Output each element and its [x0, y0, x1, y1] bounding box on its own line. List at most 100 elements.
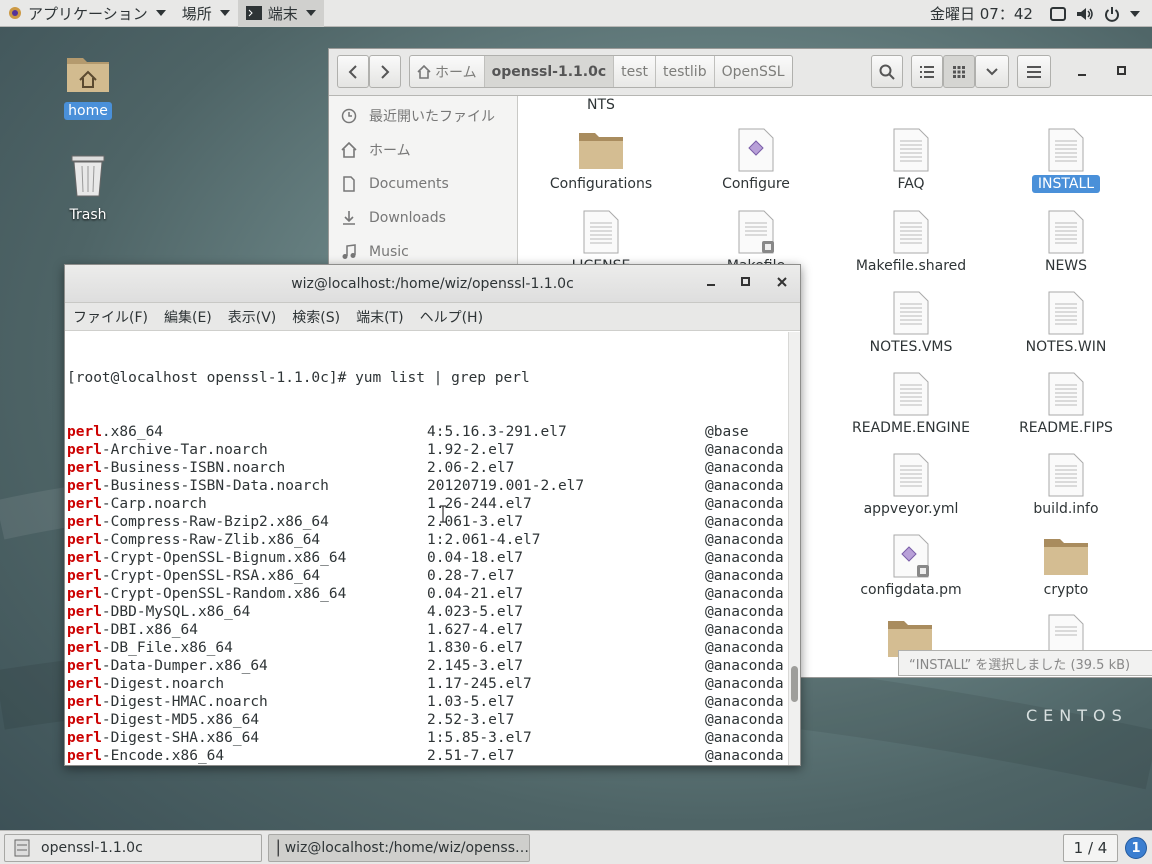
clock-text: 金曜日 07：42 — [930, 5, 1033, 23]
terminal-titlebar[interactable]: wiz@localhost:/home/wiz/openssl-1.1.0c — [65, 265, 800, 303]
maximize-icon — [741, 277, 750, 286]
menu-edit[interactable]: 編集(E) — [164, 307, 212, 327]
file-item[interactable]: Makefile.shared — [836, 209, 986, 275]
chevron-down-icon — [305, 10, 316, 16]
home-icon — [341, 142, 357, 158]
file-item[interactable]: Configure — [681, 127, 831, 193]
package-prefix: perl — [67, 730, 102, 746]
file-label: NEWS — [1044, 258, 1088, 274]
desktop-icon-home[interactable]: home — [58, 50, 118, 120]
crumb-test[interactable]: test — [614, 56, 657, 87]
file-item[interactable]: Configurations — [526, 127, 676, 193]
file-item[interactable]: appveyor.yml — [836, 452, 986, 518]
sidebar-item-recent[interactable]: 最近開いたファイル — [329, 99, 518, 133]
package-repo: @anaconda — [705, 604, 784, 620]
close-button[interactable] — [777, 276, 787, 292]
package-version: 0.28-7.el7 — [427, 568, 515, 584]
back-button[interactable] — [337, 55, 369, 88]
package-repo: @anaconda — [705, 730, 784, 746]
file-item[interactable]: NEWS — [991, 209, 1141, 275]
menu-search[interactable]: 検索(S) — [292, 307, 340, 327]
forward-button[interactable] — [369, 55, 401, 88]
minimize-button[interactable] — [1075, 63, 1089, 79]
crumb-home[interactable]: ホーム — [410, 56, 485, 87]
file-label: FAQ — [897, 176, 925, 192]
crumb-openssl-dir[interactable]: OpenSSL — [715, 56, 792, 87]
text-cursor-icon — [440, 505, 446, 523]
terminal-line: perl-DBD-MySQL.x86_64 4.023-5.el7 @anacond… — [67, 603, 787, 621]
terminal-scrollbar[interactable] — [788, 332, 800, 765]
search-button[interactable] — [871, 55, 903, 88]
terminal-line: perl.x86_64 4:5.16.3-291.el7 @base — [67, 423, 787, 441]
terminal-icon — [245, 6, 262, 20]
sidebar-item-label: Music — [369, 244, 409, 260]
desktop-icon-trash[interactable]: Trash — [58, 152, 118, 224]
file-item-selected[interactable]: INSTALL — [991, 127, 1141, 193]
list-view-button[interactable] — [911, 55, 943, 88]
terminal-app-menu[interactable]: 端末 — [237, 0, 324, 27]
clock[interactable]: 金曜日 07：42 — [930, 0, 1033, 27]
package-name: -Compress-Raw-Bzip2.x86_64 — [101, 514, 329, 530]
file-item[interactable]: NOTES.WIN — [991, 290, 1141, 356]
text-file-icon — [893, 372, 929, 416]
top-panel: アプリケーション 場所 端末 金曜日 07：42 — [0, 0, 1152, 27]
task-file-manager[interactable]: openssl-1.1.0c — [4, 834, 262, 862]
chevron-down-icon — [219, 10, 230, 16]
chevron-down-icon — [1130, 10, 1140, 17]
package-prefix: perl — [67, 514, 102, 530]
breadcrumb: ホーム openssl-1.1.0c test testlib OpenSSL — [409, 55, 793, 88]
package-prefix: perl — [67, 658, 102, 674]
menu-view[interactable]: 表示(V) — [228, 307, 277, 327]
package-version: 0.04-18.el7 — [427, 550, 524, 566]
maximize-button[interactable] — [1115, 63, 1129, 79]
terminal-line: perl-Data-Dumper.x86_64 2.145-3.el7 @anaco… — [67, 657, 787, 675]
sidebar-item-label: 最近開いたファイル — [369, 109, 495, 125]
file-label: configdata.pm — [860, 582, 962, 598]
sidebar-item-home[interactable]: ホーム — [329, 133, 518, 167]
applications-menu[interactable]: アプリケーション — [0, 0, 174, 27]
home-folder-icon — [67, 58, 109, 92]
file-item[interactable]: README.ENGINE — [836, 371, 986, 437]
menu-button[interactable] — [1017, 55, 1051, 88]
scrollbar-thumb[interactable] — [791, 666, 798, 702]
menu-terminal[interactable]: 端末(T) — [356, 307, 403, 327]
task-terminal[interactable]: wiz@localhost:/home/wiz/openss… — [268, 834, 530, 862]
view-options-button[interactable] — [975, 55, 1009, 88]
sidebar-item-downloads[interactable]: Downloads — [329, 201, 518, 235]
file-item[interactable]: FAQ — [836, 127, 986, 193]
package-repo: @anaconda — [705, 514, 784, 530]
package-version: 2.52-3.el7 — [427, 712, 515, 728]
package-prefix: perl — [67, 442, 102, 458]
file-item[interactable]: README.FIPS — [991, 371, 1141, 437]
file-item[interactable]: build.info — [991, 452, 1141, 518]
terminal-line: perl-Carp.noarch 1.26-244.el7 @anaconda — [67, 495, 787, 513]
maximize-button[interactable] — [741, 276, 751, 292]
crumb-testlib[interactable]: testlib — [656, 56, 715, 87]
file-item[interactable]: crypto — [991, 533, 1141, 599]
task-label: openssl-1.1.0c — [41, 840, 143, 856]
status-text: “INSTALL” を選択しました (39.5 kB) — [909, 657, 1131, 673]
menu-file[interactable]: ファイル(F) — [73, 307, 148, 327]
notification-badge[interactable]: 1 — [1125, 837, 1147, 859]
package-repo: @anaconda — [705, 568, 784, 584]
document-icon — [343, 176, 355, 192]
file-manager-headerbar: ホーム openssl-1.1.0c test testlib OpenSSL — [329, 49, 1152, 96]
terminal-line: perl-Encode.x86_64 2.51-7.el7 @anaconda — [67, 747, 787, 765]
grid-view-button[interactable] — [943, 55, 975, 88]
package-name: -Encode.x86_64 — [101, 748, 225, 764]
file-item[interactable]: configdata.pm — [836, 533, 986, 599]
file-label: build.info — [1033, 501, 1099, 517]
terminal-output[interactable]: [root@localhost openssl-1.1.0c]# yum lis… — [65, 332, 787, 765]
package-prefix: perl — [67, 622, 102, 638]
sidebar-item-documents[interactable]: Documents — [329, 167, 518, 201]
terminal-line: perl-Crypt-OpenSSL-Random.x86_64 0.04-21.… — [67, 585, 787, 603]
file-item[interactable]: NOTES.VMS — [836, 290, 986, 356]
minimize-button[interactable] — [706, 276, 716, 292]
workspace-switcher[interactable]: 1 / 4 — [1063, 834, 1118, 862]
package-prefix: perl — [67, 460, 102, 476]
crumb-openssl[interactable]: openssl-1.1.0c — [484, 56, 615, 87]
menu-help[interactable]: ヘルプ(H) — [420, 307, 483, 327]
package-version: 4:5.16.3-291.el7 — [427, 424, 567, 440]
system-menu[interactable] — [1050, 0, 1140, 27]
places-menu[interactable]: 場所 — [174, 0, 238, 27]
